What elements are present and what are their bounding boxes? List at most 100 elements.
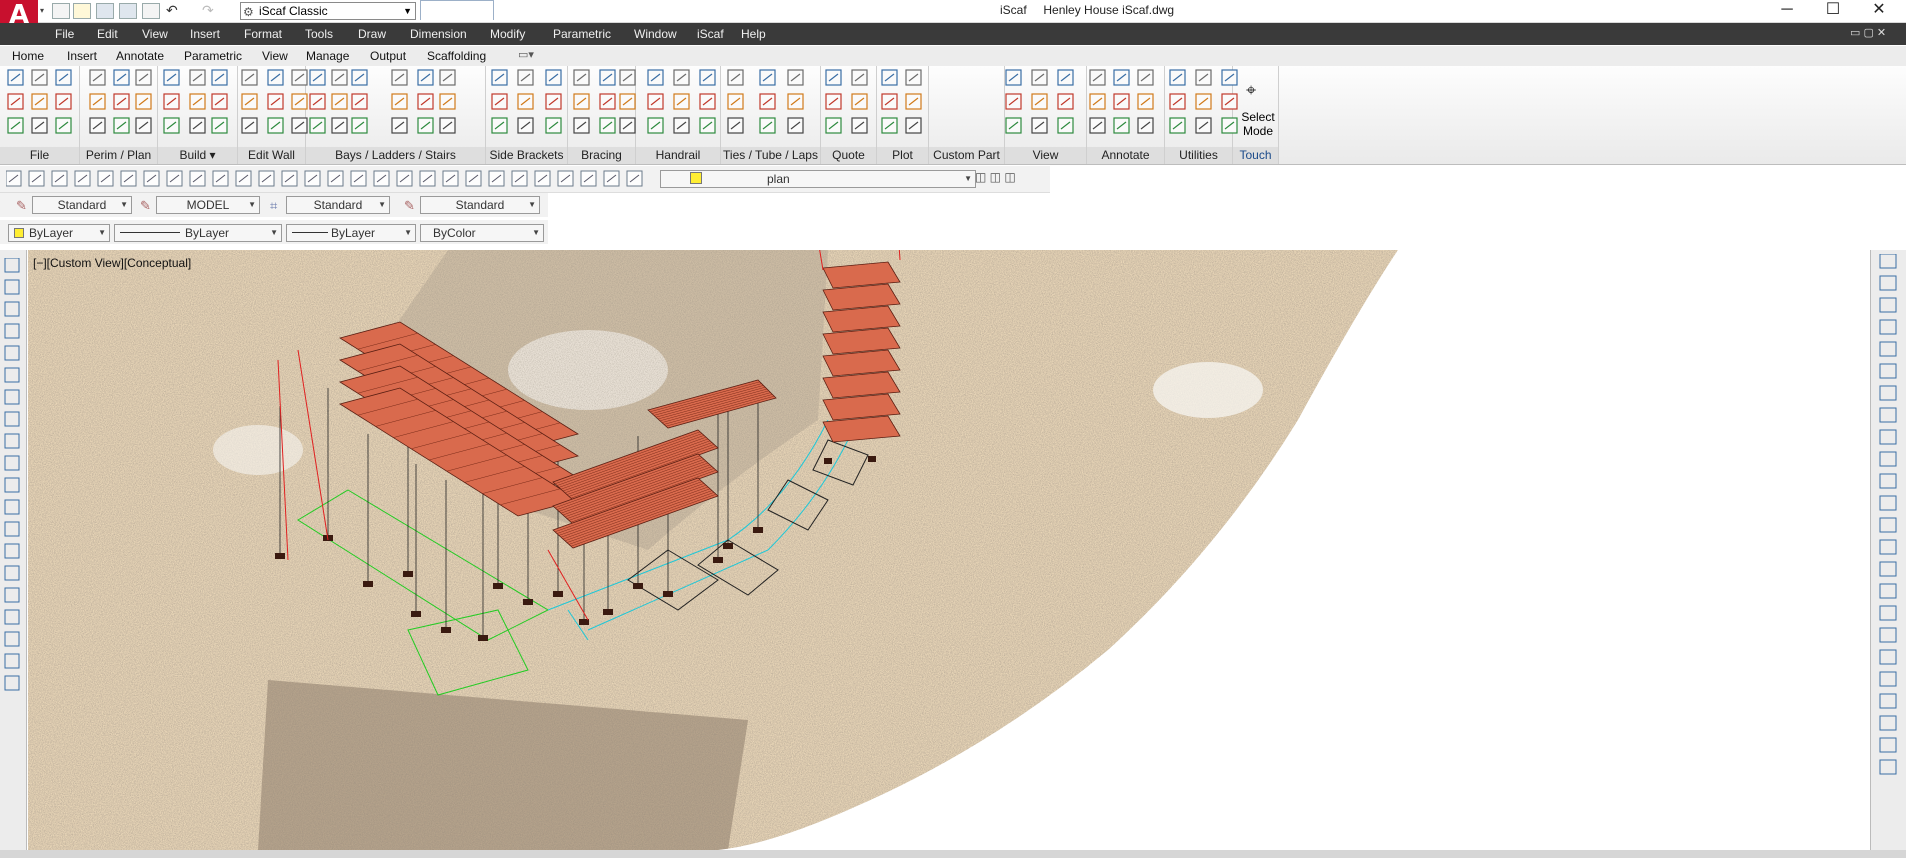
ribbon-tool-icon[interactable] xyxy=(135,93,152,110)
maximize-button[interactable]: ☐ xyxy=(1810,0,1856,22)
draw-tool-icon[interactable] xyxy=(4,565,20,581)
toolbar-tool-icon[interactable] xyxy=(488,170,505,187)
ribbon-tool-icon[interactable] xyxy=(1113,69,1130,86)
toolbar-tool-icon[interactable] xyxy=(396,170,413,187)
ribbon-tool-icon[interactable] xyxy=(787,93,804,110)
menu-modify[interactable]: Modify xyxy=(490,27,525,41)
modify-tool-icon[interactable] xyxy=(1879,671,1897,687)
ribbon-tool-icon[interactable] xyxy=(1169,93,1186,110)
ribbon-tool-icon[interactable] xyxy=(573,69,590,86)
close-button[interactable]: ✕ xyxy=(1856,0,1902,22)
ribbon-tool-icon[interactable] xyxy=(545,93,562,110)
menu-edit[interactable]: Edit xyxy=(97,27,118,41)
layer-dropdown[interactable]: plan ▼ xyxy=(660,170,976,188)
ribbon-tool-icon[interactable] xyxy=(55,93,72,110)
toolbar-tool-icon[interactable] xyxy=(534,170,551,187)
toolbar-tool-icon[interactable] xyxy=(74,170,91,187)
ribbon-tool-icon[interactable] xyxy=(1169,117,1186,134)
ribbon-tool-icon[interactable] xyxy=(881,93,898,110)
draw-tool-icon[interactable] xyxy=(4,345,20,361)
toolbar-tool-icon[interactable] xyxy=(189,170,206,187)
ribbon-tool-icon[interactable] xyxy=(7,69,24,86)
ribbon-tool-icon[interactable] xyxy=(599,69,616,86)
draw-tool-icon[interactable] xyxy=(4,258,20,273)
modify-tool-icon[interactable] xyxy=(1879,649,1897,665)
ribbon-tool-icon[interactable] xyxy=(1169,69,1186,86)
draw-tool-icon[interactable] xyxy=(4,543,20,559)
ribbon-tool-icon[interactable] xyxy=(619,93,636,110)
modify-tool-icon[interactable] xyxy=(1879,561,1897,577)
ribbon-tool-icon[interactable] xyxy=(135,117,152,134)
modify-tool-icons[interactable] xyxy=(1874,254,1902,804)
ribbon-tool-icon[interactable] xyxy=(1089,93,1106,110)
toolbar-tool-icon[interactable] xyxy=(442,170,459,187)
ribbon-tool-icon[interactable] xyxy=(517,93,534,110)
ribbon-tool-icon[interactable] xyxy=(787,69,804,86)
ribbon-tool-icon[interactable] xyxy=(673,117,690,134)
ribbon-tool-icon[interactable] xyxy=(517,117,534,134)
ribbon-tool-icon[interactable] xyxy=(163,93,180,110)
ribbon-tool-icon[interactable] xyxy=(1057,93,1074,110)
toolbar-tool-icon[interactable] xyxy=(51,170,68,187)
ribbon-tool-icon[interactable] xyxy=(417,117,434,134)
ribbon-tool-icon[interactable] xyxy=(619,117,636,134)
toolbar-tool-icon[interactable] xyxy=(373,170,390,187)
ribbon-tool-icon[interactable] xyxy=(825,117,842,134)
tab-annotate[interactable]: Annotate xyxy=(116,49,164,63)
ribbon-tool-icon[interactable] xyxy=(727,93,744,110)
modify-tool-icon[interactable] xyxy=(1879,429,1897,445)
toolbar-tool-icon[interactable] xyxy=(603,170,620,187)
ribbon-tool-icon[interactable] xyxy=(309,117,326,134)
ribbon-tool-icon[interactable] xyxy=(309,69,326,86)
ribbon-tool-icon[interactable] xyxy=(1221,117,1238,134)
ribbon-tool-icon[interactable] xyxy=(1195,117,1212,134)
save-icon[interactable] xyxy=(96,3,114,19)
layer-tools-icon[interactable]: ◫ ◫ ◫ xyxy=(975,170,1016,184)
ribbon-tool-icon[interactable] xyxy=(291,93,308,110)
draw-tool-icon[interactable] xyxy=(4,477,20,493)
ribbon-tool-icon[interactable] xyxy=(351,117,368,134)
draw-tool-icon[interactable] xyxy=(4,675,20,691)
ribbon-tool-icon[interactable] xyxy=(851,93,868,110)
toolbar-tool-icon[interactable] xyxy=(143,170,160,187)
ribbon-tool-icon[interactable] xyxy=(417,69,434,86)
ribbon-tool-icon[interactable] xyxy=(545,117,562,134)
draw-tool-icon[interactable] xyxy=(4,389,20,405)
lineweight-dropdown[interactable]: ByLayer ▼ xyxy=(286,224,416,242)
draw-tool-icon[interactable] xyxy=(4,433,20,449)
ribbon-tool-icon[interactable] xyxy=(825,93,842,110)
drawing-viewport[interactable] xyxy=(28,250,1868,850)
ribbon-tool-icon[interactable] xyxy=(599,93,616,110)
ribbon-tool-icon[interactable] xyxy=(163,69,180,86)
ribbon-tool-icon[interactable] xyxy=(417,93,434,110)
modify-tool-icon[interactable] xyxy=(1879,254,1897,269)
draw-tool-icon[interactable] xyxy=(4,631,20,647)
ribbon-tool-icon[interactable] xyxy=(439,93,456,110)
toolbar-tool-icon[interactable] xyxy=(258,170,275,187)
modify-tool-icon[interactable] xyxy=(1879,297,1897,313)
ribbon-tool-icon[interactable] xyxy=(1005,117,1022,134)
toolbar-tool-icon[interactable] xyxy=(350,170,367,187)
draw-tool-icon[interactable] xyxy=(4,499,20,515)
ribbon-tool-icon[interactable] xyxy=(113,69,130,86)
ribbon-tool-icon[interactable] xyxy=(55,117,72,134)
ribbon-tool-icon[interactable] xyxy=(727,117,744,134)
ribbon-tool-icon[interactable] xyxy=(331,69,348,86)
ribbon-icon-grid[interactable] xyxy=(0,66,1280,146)
draw-tool-icon[interactable] xyxy=(4,367,20,383)
ribbon-tool-icon[interactable] xyxy=(1089,69,1106,86)
ribbon-tool-icon[interactable] xyxy=(1221,69,1238,86)
ribbon-tool-icon[interactable] xyxy=(267,69,284,86)
menu-draw[interactable]: Draw xyxy=(358,27,386,41)
ribbon-tool-icon[interactable] xyxy=(1057,69,1074,86)
ribbon-tool-icon[interactable] xyxy=(573,93,590,110)
ribbon-tool-icon[interactable] xyxy=(599,117,616,134)
ribbon-tool-icon[interactable] xyxy=(517,69,534,86)
ribbon-tool-icon[interactable] xyxy=(647,93,664,110)
panel-label-build[interactable]: Build ▾ xyxy=(158,147,237,164)
ribbon-tool-icon[interactable] xyxy=(31,69,48,86)
ribbon-tool-icon[interactable] xyxy=(673,93,690,110)
toolbar-tool-icon[interactable] xyxy=(580,170,597,187)
model-dropdown[interactable]: MODEL ▼ xyxy=(156,196,260,214)
ribbon-minimize-toggle[interactable]: ▭▾ xyxy=(518,48,534,61)
